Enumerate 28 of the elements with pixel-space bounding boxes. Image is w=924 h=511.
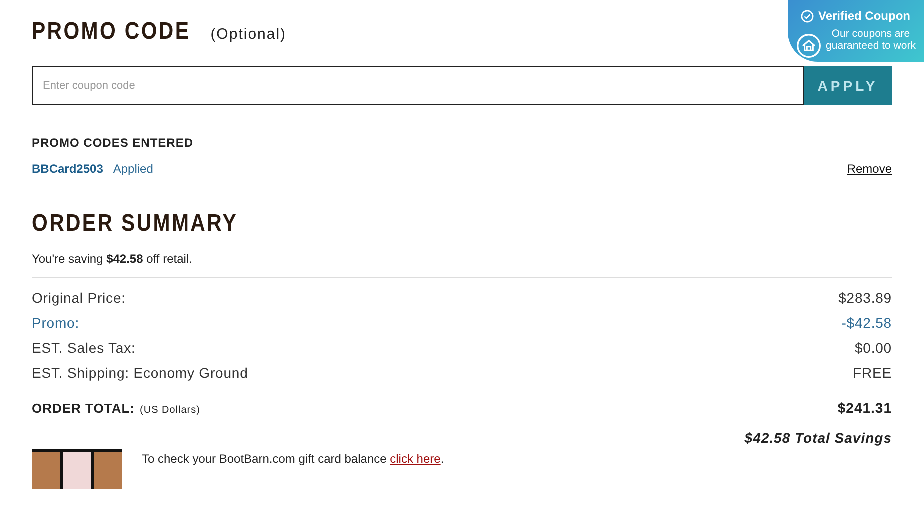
promo-code-heading: PROMO CODE <box>32 18 191 46</box>
summary-label: EST. Shipping: Economy Ground <box>32 365 248 383</box>
summary-value: -$42.58 <box>842 315 892 333</box>
optional-label: (Optional) <box>210 26 287 43</box>
summary-label: Original Price: <box>32 290 126 308</box>
order-summary-heading: ORDER SUMMARY <box>32 210 240 238</box>
check-circle-icon <box>801 10 814 22</box>
gift-card-balance-text: To check your BootBarn.com gift card balance click here. <box>142 452 444 466</box>
currency-note: (US Dollars) <box>140 405 200 416</box>
summary-label: EST. Sales Tax: <box>32 340 136 358</box>
promo-code: BBCard2503 <box>32 162 104 176</box>
remove-link[interactable]: Remove <box>847 162 892 176</box>
order-total-label: ORDER TOTAL: <box>32 401 136 416</box>
order-total-value: $241.31 <box>838 400 892 416</box>
coupon-code-field[interactable]: Enter coupon code <box>32 66 804 105</box>
total-savings: $42.58 Total Savings <box>744 430 892 446</box>
apply-button[interactable]: APPLY <box>804 66 892 105</box>
click-here-link[interactable]: click here <box>390 452 441 466</box>
saving-note: You're saving $42.58 off retail. <box>32 252 194 266</box>
summary-label: Promo: <box>32 315 80 333</box>
promo-codes-entered-heading: PROMO CODES ENTERED <box>32 136 195 150</box>
summary-value: $0.00 <box>854 340 892 358</box>
badge-title: Verified Coupon <box>788 9 924 23</box>
summary-value: $283.89 <box>838 290 892 308</box>
promo-status: Applied <box>113 162 154 176</box>
summary-value: FREE <box>853 365 892 383</box>
house-icon[interactable] <box>796 33 822 59</box>
badge-text: Our coupons are guaranteed to work <box>825 28 917 52</box>
